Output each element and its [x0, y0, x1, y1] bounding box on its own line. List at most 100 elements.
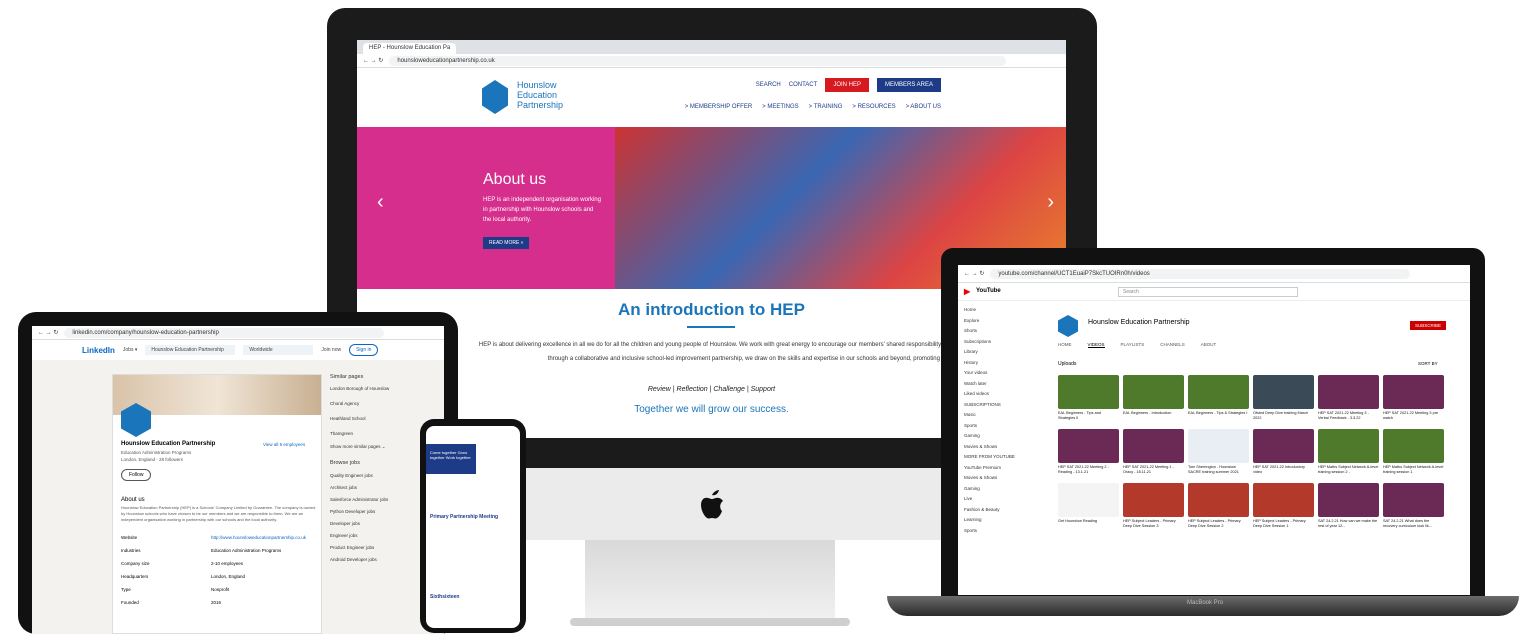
video-title[interactable]: HEP Subject Leaders - Primary Deep Dive … — [1123, 519, 1184, 531]
video-thumbnail[interactable] — [1123, 375, 1184, 409]
video-card[interactable]: HEP Subject Leaders - Primary Deep Dive … — [1188, 483, 1249, 531]
video-title[interactable]: EAL Beginners - Tips & Strategies I — [1188, 411, 1249, 423]
sidebar-item[interactable]: Fashion & Beauty — [964, 505, 1020, 516]
video-thumbnail[interactable] — [1123, 429, 1184, 463]
video-thumbnail[interactable] — [1188, 483, 1249, 517]
sidebar-item[interactable]: Learning — [964, 515, 1020, 526]
video-title[interactable]: HEP SAT 2021-22 Introductory video — [1253, 465, 1314, 477]
tab-videos[interactable]: VIDEOS — [1087, 342, 1105, 348]
video-card[interactable]: HEP SAT 2021-22 Meeting 3 pre watch — [1383, 375, 1444, 423]
tab-home[interactable]: HOME — [1058, 342, 1072, 348]
similar-page[interactable]: Thamgreen — [330, 430, 430, 437]
nav-arrows-icon[interactable]: ← → ↻ — [964, 270, 984, 277]
hep-logo-text[interactable]: Hounslow Education Partnership — [517, 80, 587, 110]
sidebar-item[interactable]: Gaming — [964, 484, 1020, 495]
video-card[interactable]: HEP Maths Subject Network A-level traini… — [1318, 429, 1379, 477]
sort-by-button[interactable]: SORT BY — [1418, 361, 1438, 366]
contact-link[interactable]: CONTACT — [789, 82, 818, 88]
nav-resources[interactable]: > RESOURCES — [852, 104, 895, 110]
sidebar-item[interactable]: History — [964, 358, 1020, 369]
video-card[interactable]: Get Hounslow Reading — [1058, 483, 1119, 531]
video-card[interactable]: SAT 24.2.21 How can we make the rest of … — [1318, 483, 1379, 531]
sidebar-item[interactable]: Liked videos — [964, 389, 1020, 400]
search-link[interactable]: SEARCH — [756, 82, 781, 88]
sidebar-item[interactable]: YouTube Premium — [964, 463, 1020, 474]
tab-channels[interactable]: CHANNELS — [1160, 342, 1185, 348]
video-card[interactable]: SAT 24.2.21 What does the recovery curri… — [1383, 483, 1444, 531]
phone-link-meeting[interactable]: Primary Partnership Meeting — [430, 514, 498, 520]
video-card[interactable]: HEP Subject Leaders - Primary Deep Dive … — [1123, 483, 1184, 531]
sidebar-item[interactable]: Music — [964, 410, 1020, 421]
video-title[interactable]: SAT 24.2.21 What does the recovery curri… — [1383, 519, 1444, 531]
nav-training[interactable]: > TRAINING — [809, 104, 843, 110]
video-card[interactable]: HEP SAT 2021-22 Meeting 2 - Reading - 13… — [1058, 429, 1119, 477]
sidebar-item[interactable]: Shorts — [964, 326, 1020, 337]
video-card[interactable]: Ofsted Deep Dive training March 2022 — [1253, 375, 1314, 423]
job-link[interactable]: Python Developer jobs — [330, 508, 430, 515]
phone-link-sixth[interactable]: Sixthsixteen — [430, 594, 459, 600]
video-thumbnail[interactable] — [1383, 375, 1444, 409]
youtube-logo-icon[interactable]: ▶ — [964, 287, 970, 296]
sidebar-item[interactable]: Library — [964, 347, 1020, 358]
next-slide-icon[interactable]: › — [1047, 191, 1054, 214]
video-thumbnail[interactable] — [1318, 429, 1379, 463]
similar-page[interactable]: Choral Agency — [330, 400, 430, 407]
show-more-link[interactable]: Show more similar pages ⌄ — [330, 443, 430, 450]
nav-membership[interactable]: > MEMBERSHIP OFFER — [685, 104, 752, 110]
job-link[interactable]: Android Developer jobs — [330, 556, 430, 563]
video-thumbnail[interactable] — [1058, 429, 1119, 463]
video-card[interactable]: HEP Maths Subject Network A-level traini… — [1383, 429, 1444, 477]
video-title[interactable]: Get Hounslow Reading — [1058, 519, 1119, 531]
address-bar[interactable]: hounsloweducationpartnership.co.uk — [389, 55, 1006, 66]
youtube-wordmark[interactable]: YouTube — [976, 288, 1001, 294]
nav-arrows-icon[interactable]: ← → ↻ — [38, 329, 58, 336]
video-card[interactable]: EAL Beginners - Tips & Strategies I — [1188, 375, 1249, 423]
sidebar-item[interactable]: Live — [964, 494, 1020, 505]
video-card[interactable]: EAL Beginners - Introduction — [1123, 375, 1184, 423]
sidebar-item[interactable]: Movies & Shows — [964, 473, 1020, 484]
video-title[interactable]: HEP SAT 2021-22 Meeting 1 - Oracy - 18.1… — [1123, 465, 1184, 477]
join-hep-button[interactable]: JOIN HEP — [825, 78, 869, 92]
li-search-input[interactable]: Hounslow Education Partnership — [145, 345, 236, 355]
tab-playlists[interactable]: PLAYLISTS — [1121, 342, 1145, 348]
sidebar-item[interactable]: Watch later — [964, 379, 1020, 390]
video-card[interactable]: HEP SAT 2021-22 Meeting 3 - Verbal Feedb… — [1318, 375, 1379, 423]
job-link[interactable]: Salesforce Administrator jobs — [330, 496, 430, 503]
browser-tab[interactable]: HEP - Hounslow Education Pa — [363, 43, 457, 54]
sidebar-item[interactable]: Your videos — [964, 368, 1020, 379]
tab-about[interactable]: ABOUT — [1201, 342, 1217, 348]
nav-meetings[interactable]: > MEETINGS — [762, 104, 799, 110]
video-thumbnail[interactable] — [1318, 375, 1379, 409]
nav-arrows-icon[interactable]: ← → ↻ — [363, 57, 383, 64]
video-thumbnail[interactable] — [1123, 483, 1184, 517]
video-title[interactable]: HEP Subject Leaders - Primary Deep Dive … — [1188, 519, 1249, 531]
view-employees-link[interactable]: View all 5 employees — [263, 441, 305, 448]
prev-slide-icon[interactable]: ‹ — [377, 191, 384, 214]
video-card[interactable]: HEP Subject Leaders - Primary Deep Dive … — [1253, 483, 1314, 531]
video-title[interactable]: Tom Sherrington - Hounslow SACRE trainin… — [1188, 465, 1249, 477]
job-link[interactable]: Engineer jobs — [330, 532, 430, 539]
video-title[interactable]: EAL Beginners - Introduction — [1123, 411, 1184, 423]
video-card[interactable]: HEP SAT 2021-22 Introductory video — [1253, 429, 1314, 477]
similar-page[interactable]: London Borough of Hounslow — [330, 385, 430, 392]
job-link[interactable]: Architect jobs — [330, 484, 430, 491]
video-card[interactable]: HEP SAT 2021-22 Meeting 1 - Oracy - 18.1… — [1123, 429, 1184, 477]
hep-logo-icon[interactable] — [482, 80, 508, 114]
video-title[interactable]: EAL Beginners - Tips and Strategies II — [1058, 411, 1119, 423]
video-title[interactable]: HEP SAT 2021-22 Meeting 3 pre watch — [1383, 411, 1444, 423]
video-thumbnail[interactable] — [1253, 375, 1314, 409]
video-thumbnail[interactable] — [1188, 375, 1249, 409]
job-link[interactable]: Product Engineer jobs — [330, 544, 430, 551]
channel-avatar[interactable] — [1058, 315, 1078, 337]
video-thumbnail[interactable] — [1253, 429, 1314, 463]
job-link[interactable]: Developer jobs — [330, 520, 430, 527]
sidebar-item[interactable]: Explore — [964, 316, 1020, 327]
video-thumbnail[interactable] — [1058, 483, 1119, 517]
sidebar-item[interactable]: Subscriptions — [964, 337, 1020, 348]
video-title[interactable]: HEP Subject Leaders - Primary Deep Dive … — [1253, 519, 1314, 531]
sidebar-item[interactable]: Sports — [964, 421, 1020, 432]
video-thumbnail[interactable] — [1383, 483, 1444, 517]
video-title[interactable]: SAT 24.2.21 How can we make the rest of … — [1318, 519, 1379, 531]
similar-page[interactable]: Heathland School — [330, 415, 430, 422]
video-card[interactable]: Tom Sherrington - Hounslow SACRE trainin… — [1188, 429, 1249, 477]
